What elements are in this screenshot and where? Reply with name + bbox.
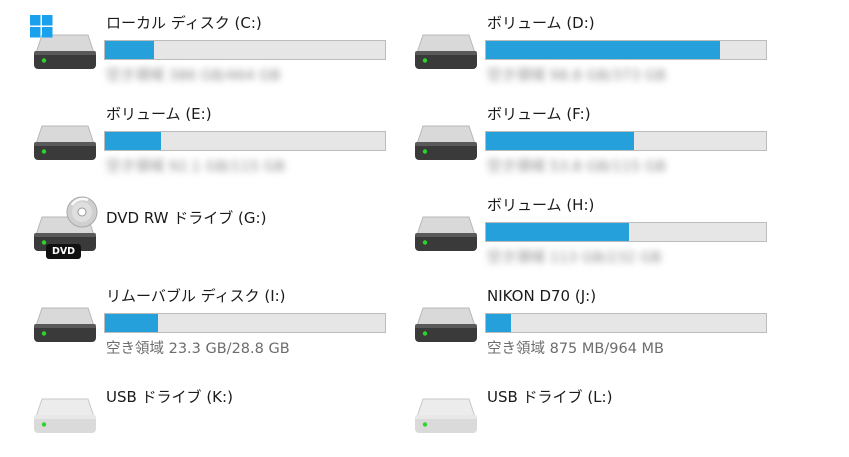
hard-drive-icon: [30, 286, 100, 356]
free-space-text: 空き領域 98.8 GB/373 GB: [487, 68, 667, 84]
drive-item-c[interactable]: ローカル ディスク (C:) 空き領域 386 GB/464 GB: [30, 13, 400, 93]
usage-bar-fill: [486, 223, 629, 241]
usb-drive-icon: [411, 377, 481, 447]
usage-bar-fill: [105, 132, 161, 150]
hard-drive-icon: [411, 195, 481, 265]
drive-label: ボリューム (F:): [487, 105, 591, 123]
drive-label: ボリューム (E:): [106, 105, 212, 123]
drive-item-l[interactable]: USB ドライブ (L:): [411, 377, 781, 457]
usage-bar: [485, 40, 767, 60]
hard-drive-icon: [30, 104, 100, 174]
drive-label: ボリューム (H:): [487, 196, 595, 214]
drive-item-d[interactable]: ボリューム (D:) 空き領域 98.8 GB/373 GB: [411, 13, 781, 93]
drive-label: ローカル ディスク (C:): [106, 14, 262, 32]
usage-bar-fill: [105, 314, 159, 332]
drive-item-f[interactable]: ボリューム (F:) 空き領域 53.8 GB/115 GB: [411, 104, 781, 184]
free-space-text: 空き領域 23.3 GB/28.8 GB: [106, 341, 290, 357]
windows-logo-icon: [30, 15, 53, 38]
drive-label: DVD RW ドライブ (G:): [106, 209, 267, 227]
usage-bar: [485, 131, 767, 151]
dvd-badge-text: DVD: [51, 246, 76, 257]
drive-item-k[interactable]: USB ドライブ (K:): [30, 377, 400, 457]
free-space-text: 空き領域 875 MB/964 MB: [487, 341, 664, 357]
hard-drive-icon: [411, 286, 481, 356]
drives-grid: ローカル ディスク (C:) 空き領域 386 GB/464 GB ボリューム …: [0, 0, 849, 457]
drive-label: USB ドライブ (K:): [106, 388, 233, 406]
drive-item-g[interactable]: DVD DVD RW ドライブ (G:): [30, 195, 400, 275]
usage-bar-fill: [486, 41, 720, 59]
hard-drive-icon: [411, 104, 481, 174]
usage-bar: [485, 222, 767, 242]
usage-bar-fill: [486, 132, 635, 150]
drive-label: NIKON D70 (J:): [487, 287, 597, 305]
usage-bar: [485, 313, 767, 333]
drive-label: リムーバブル ディスク (I:): [106, 287, 286, 305]
free-space-text: 空き領域 113 GB/232 GB: [487, 250, 662, 266]
hard-drive-icon: [411, 13, 481, 83]
usb-drive-icon: [30, 377, 100, 447]
drive-label: USB ドライブ (L:): [487, 388, 613, 406]
usage-bar-fill: [486, 314, 512, 332]
free-space-text: 空き領域 386 GB/464 GB: [106, 68, 281, 84]
optical-disc-icon: [66, 196, 98, 228]
usage-bar-fill: [105, 41, 154, 59]
usage-bar: [104, 131, 386, 151]
drive-item-h[interactable]: ボリューム (H:) 空き領域 113 GB/232 GB: [411, 195, 781, 275]
drive-item-i[interactable]: リムーバブル ディスク (I:) 空き領域 23.3 GB/28.8 GB: [30, 286, 400, 366]
drive-item-e[interactable]: ボリューム (E:) 空き領域 92.1 GB/115 GB: [30, 104, 400, 184]
drive-item-j[interactable]: NIKON D70 (J:) 空き領域 875 MB/964 MB: [411, 286, 781, 366]
drive-label: ボリューム (D:): [487, 14, 595, 32]
usage-bar: [104, 313, 386, 333]
free-space-text: 空き領域 53.8 GB/115 GB: [487, 159, 667, 175]
usage-bar: [104, 40, 386, 60]
free-space-text: 空き領域 92.1 GB/115 GB: [106, 159, 286, 175]
